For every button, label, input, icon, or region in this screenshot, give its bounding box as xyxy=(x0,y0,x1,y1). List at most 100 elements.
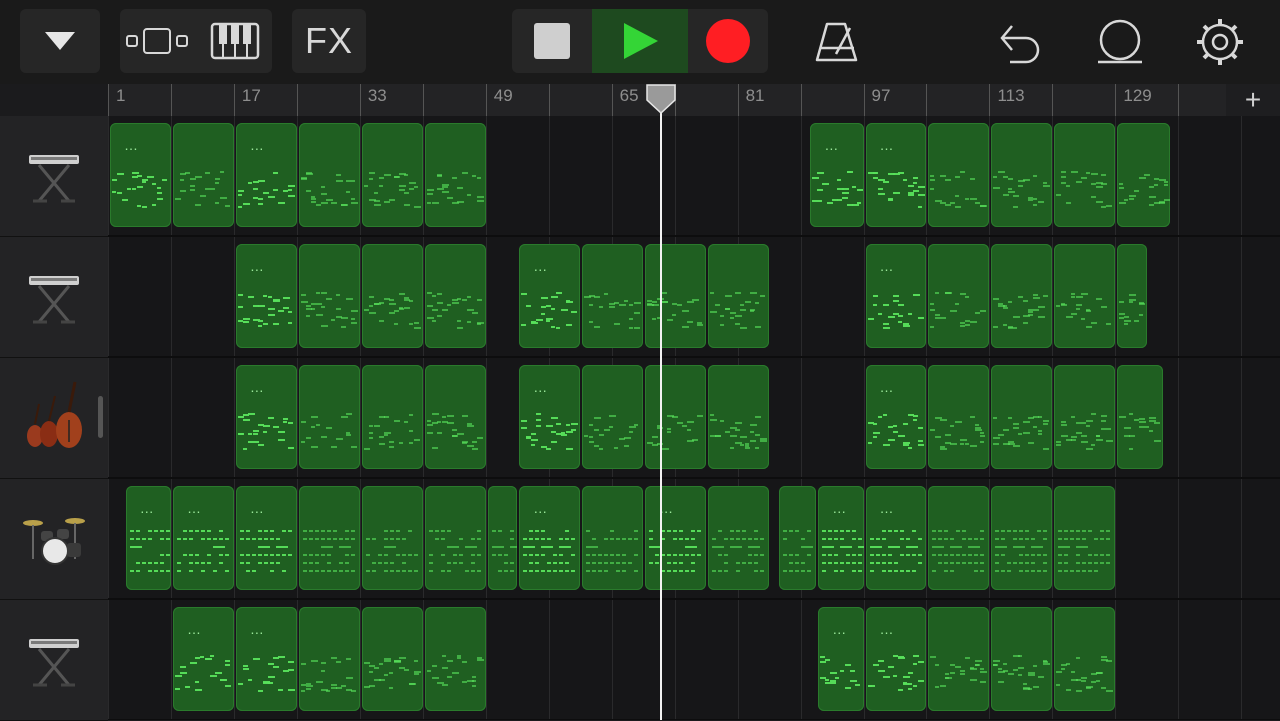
metronome-icon xyxy=(815,22,858,62)
midi-notes xyxy=(237,172,295,208)
region[interactable] xyxy=(361,365,423,469)
play-button[interactable] xyxy=(592,9,688,73)
region-name: … xyxy=(879,379,895,395)
ruler-major-tick xyxy=(611,84,613,116)
region[interactable] xyxy=(298,123,360,227)
region[interactable] xyxy=(298,607,360,711)
region[interactable] xyxy=(928,365,990,469)
region[interactable]: … xyxy=(235,123,297,227)
region[interactable] xyxy=(361,486,423,590)
region[interactable] xyxy=(645,365,707,469)
region[interactable] xyxy=(991,607,1053,711)
region[interactable] xyxy=(582,486,644,590)
view-buttons-group xyxy=(120,9,272,73)
tracks-menu-button[interactable] xyxy=(20,9,100,73)
region[interactable] xyxy=(361,123,423,227)
add-section-button[interactable]: + xyxy=(1226,84,1280,116)
region[interactable] xyxy=(991,486,1053,590)
region[interactable]: … xyxy=(865,486,927,590)
fx-button[interactable]: FX xyxy=(292,9,366,73)
region[interactable]: … xyxy=(519,486,581,590)
loop-browser-button[interactable] xyxy=(1094,18,1146,66)
region[interactable] xyxy=(487,486,518,590)
region[interactable] xyxy=(424,486,486,590)
region[interactable]: … xyxy=(110,123,171,227)
region[interactable]: … xyxy=(172,607,234,711)
region[interactable]: … xyxy=(172,486,234,590)
instrument-button[interactable] xyxy=(198,9,272,73)
region[interactable] xyxy=(424,123,486,227)
region[interactable]: … xyxy=(865,607,927,711)
region[interactable] xyxy=(928,486,990,590)
region[interactable]: … xyxy=(818,486,864,590)
region[interactable]: … xyxy=(235,607,297,711)
track-header-keyboard[interactable] xyxy=(0,116,108,237)
midi-notes xyxy=(302,530,355,572)
undo-button[interactable] xyxy=(996,20,1044,64)
region[interactable] xyxy=(991,365,1053,469)
region[interactable] xyxy=(298,365,360,469)
region[interactable]: … xyxy=(865,365,927,469)
region[interactable]: … xyxy=(865,123,927,227)
region[interactable] xyxy=(172,123,234,227)
region[interactable] xyxy=(1054,123,1116,227)
stop-button[interactable] xyxy=(512,9,592,73)
region[interactable]: … xyxy=(810,123,864,227)
region[interactable] xyxy=(708,365,770,469)
track-header-synth[interactable] xyxy=(0,600,108,721)
region[interactable]: … xyxy=(865,244,927,348)
region[interactable] xyxy=(1117,123,1171,227)
track-header-strings[interactable] xyxy=(0,358,108,479)
region[interactable] xyxy=(424,607,486,711)
track-header-resize-handle[interactable] xyxy=(98,396,103,438)
track-header-drums[interactable] xyxy=(0,479,108,600)
ruler-minor-tick xyxy=(422,84,424,116)
region[interactable]: … xyxy=(519,365,581,469)
midi-notes xyxy=(426,655,484,687)
bar-grid-line xyxy=(800,116,802,720)
record-button[interactable] xyxy=(688,9,768,73)
region[interactable] xyxy=(778,486,817,590)
tracks-view-button[interactable] xyxy=(120,9,194,73)
region[interactable] xyxy=(582,244,644,348)
region[interactable] xyxy=(582,365,644,469)
region[interactable]: … xyxy=(519,244,581,348)
region[interactable] xyxy=(1054,244,1116,348)
region[interactable] xyxy=(1054,486,1116,590)
region[interactable] xyxy=(424,365,486,469)
region[interactable]: … xyxy=(645,486,707,590)
region[interactable] xyxy=(708,244,770,348)
midi-notes xyxy=(993,294,1049,329)
bar-grid-line xyxy=(1178,116,1180,720)
region[interactable] xyxy=(708,486,770,590)
bar-grid-line xyxy=(1115,116,1117,720)
region[interactable] xyxy=(928,123,990,227)
region[interactable]: … xyxy=(125,486,171,590)
track-header-keyboard-2[interactable] xyxy=(0,237,108,358)
region[interactable] xyxy=(1054,607,1116,711)
region[interactable] xyxy=(1117,365,1163,469)
settings-button[interactable] xyxy=(1196,18,1244,66)
region[interactable] xyxy=(424,244,486,348)
region[interactable] xyxy=(1117,244,1147,348)
region[interactable]: … xyxy=(235,365,297,469)
region[interactable] xyxy=(928,607,990,711)
region[interactable] xyxy=(1054,365,1116,469)
region[interactable]: … xyxy=(235,486,297,590)
region[interactable] xyxy=(361,244,423,348)
region-name: … xyxy=(832,500,848,516)
region[interactable] xyxy=(298,244,360,348)
region[interactable] xyxy=(991,244,1053,348)
metronome-button[interactable] xyxy=(812,18,862,66)
region[interactable] xyxy=(928,244,990,348)
region[interactable] xyxy=(645,244,707,348)
region[interactable] xyxy=(991,123,1053,227)
region[interactable]: … xyxy=(235,244,297,348)
region-name: … xyxy=(186,621,202,637)
region[interactable]: … xyxy=(818,607,864,711)
playhead-handle[interactable] xyxy=(646,84,676,114)
triangle-down-icon xyxy=(45,32,75,50)
region[interactable] xyxy=(361,607,423,711)
region-name: … xyxy=(249,500,265,516)
region[interactable] xyxy=(298,486,360,590)
